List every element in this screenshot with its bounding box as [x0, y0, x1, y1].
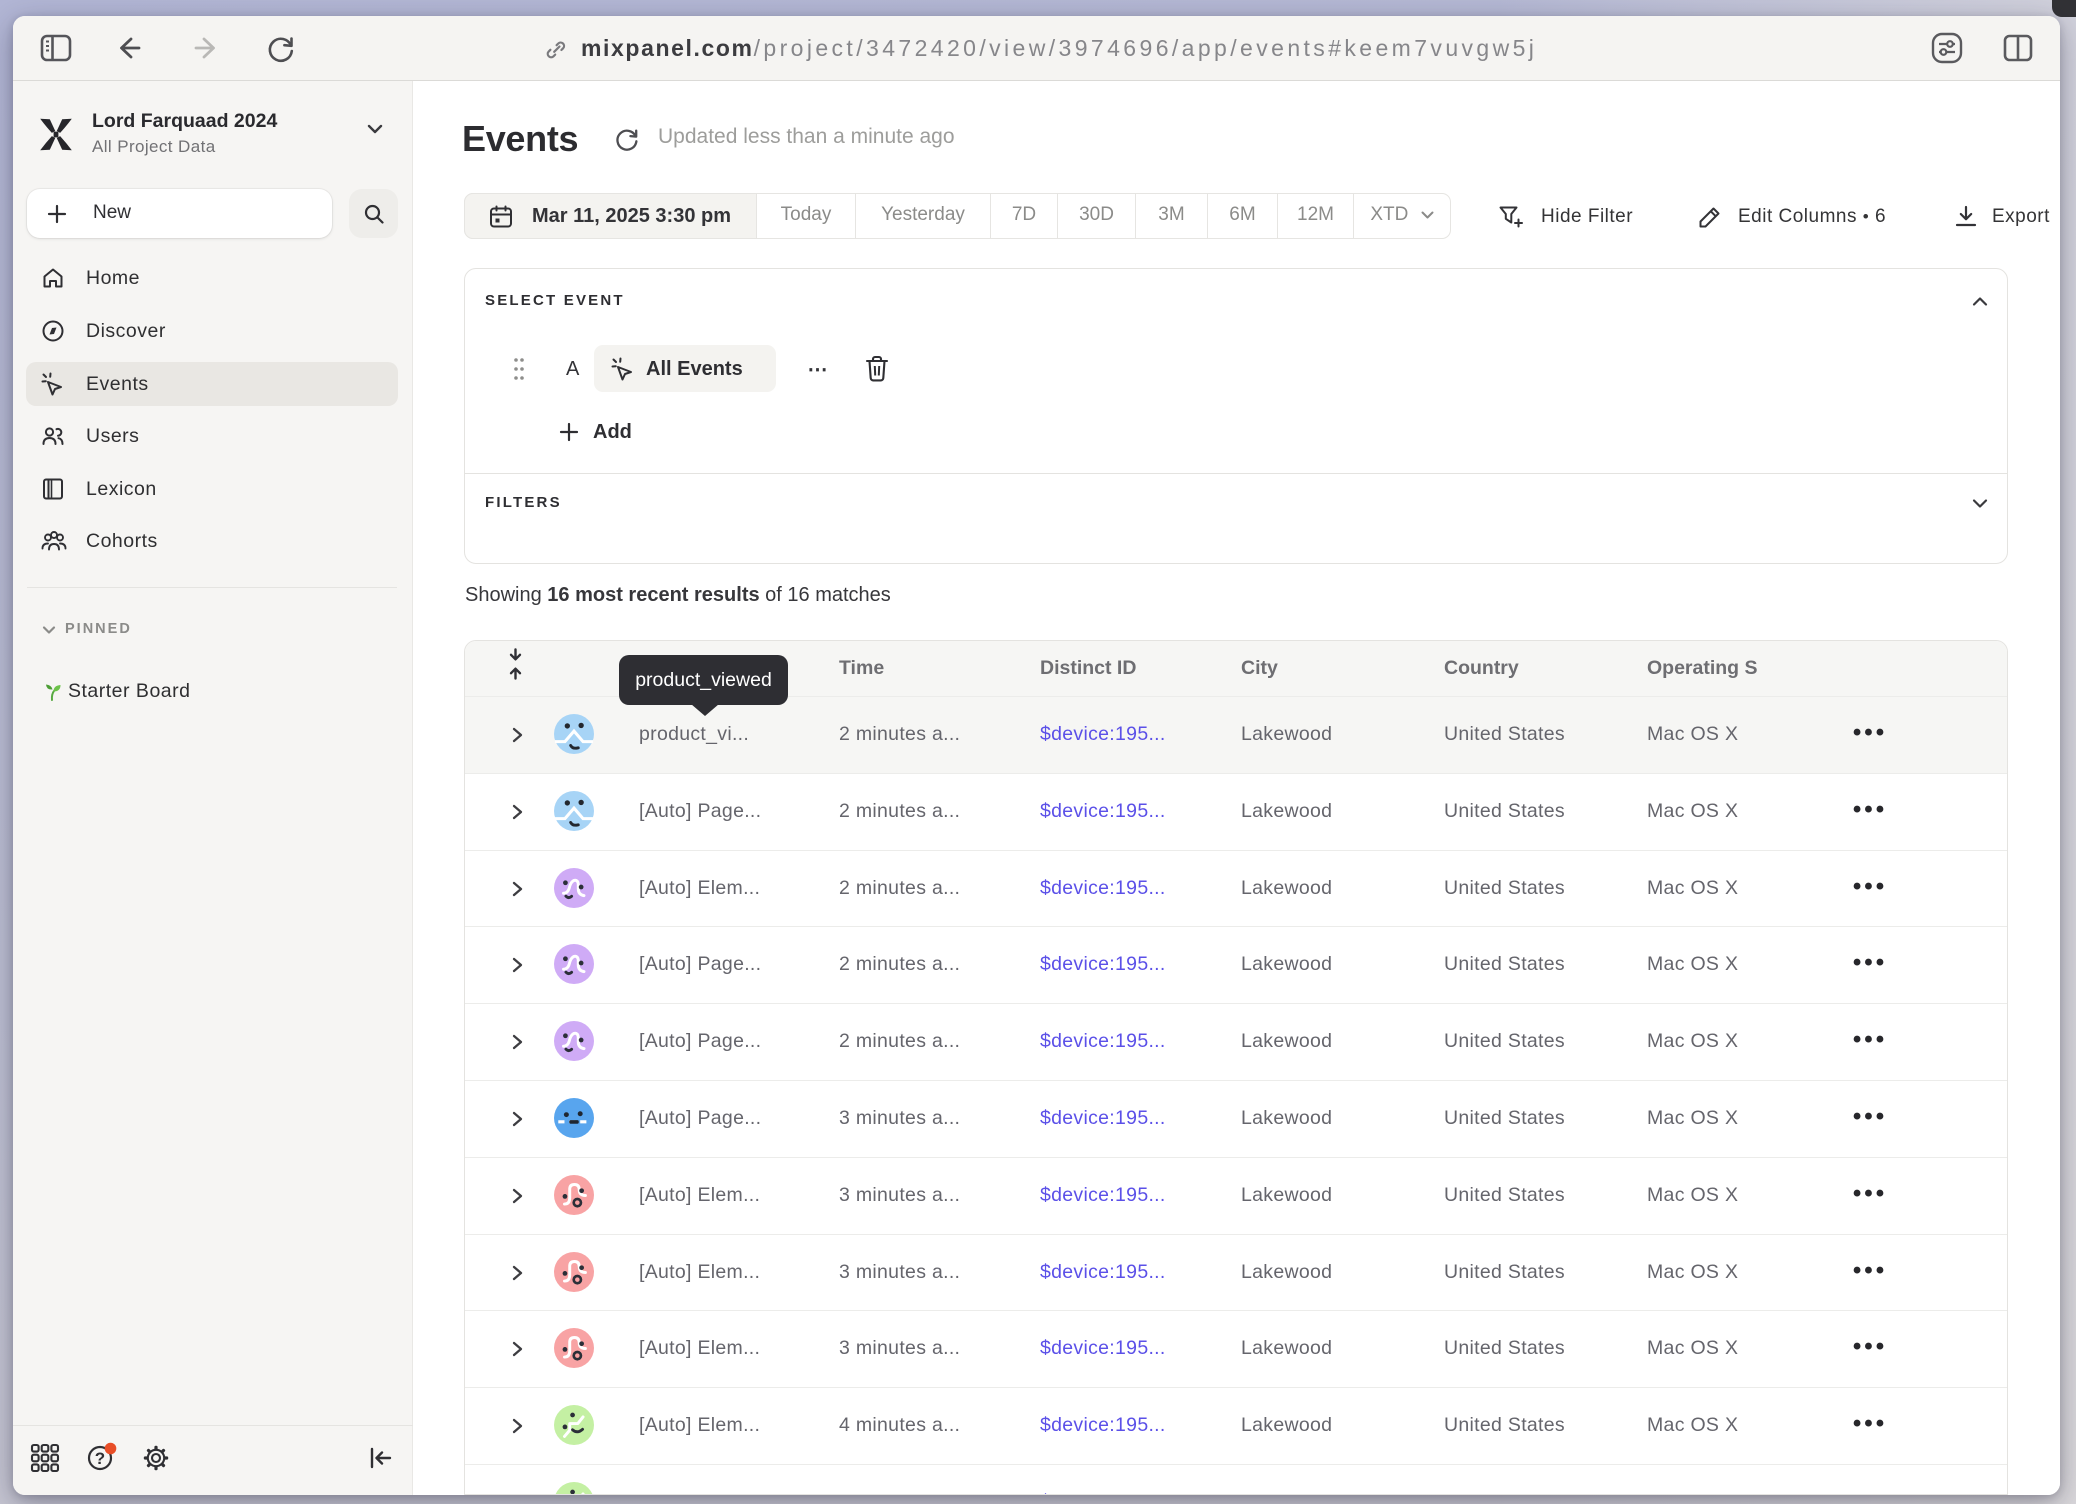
- svg-text:?: ?: [95, 1449, 105, 1468]
